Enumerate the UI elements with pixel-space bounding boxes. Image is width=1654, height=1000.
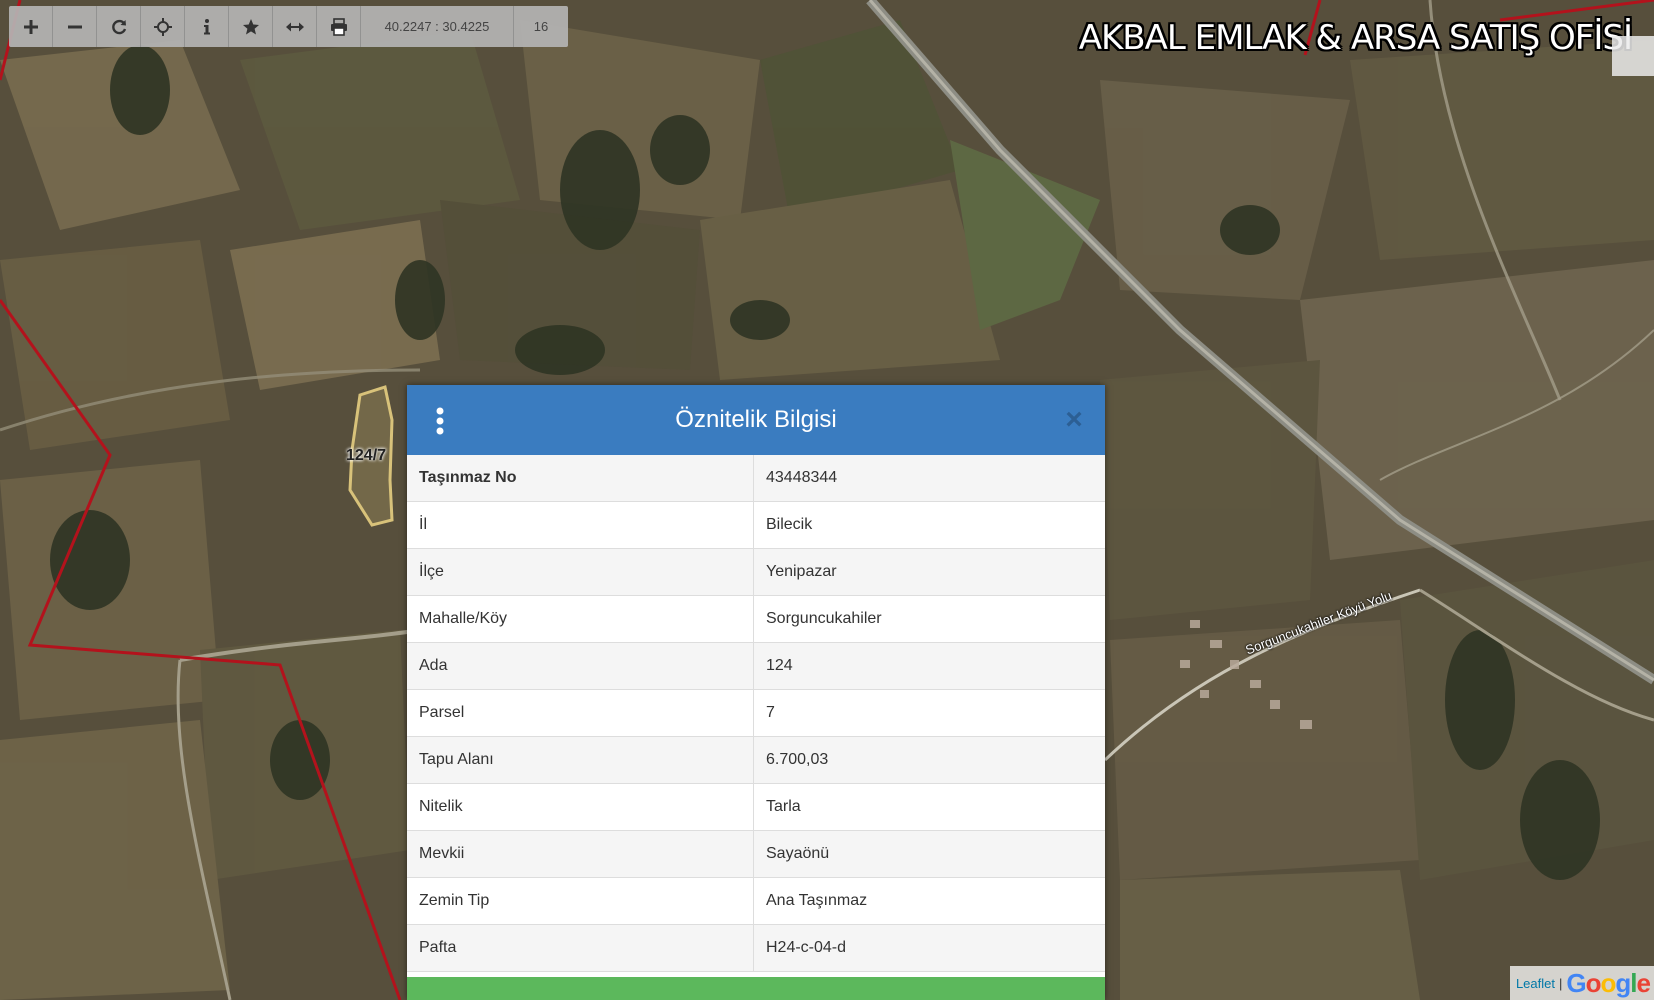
- table-row: İl Bilecik: [407, 501, 1105, 549]
- table-row: Mahalle/Köy Sorguncukahiler: [407, 595, 1105, 643]
- row-value: 124: [753, 642, 1105, 690]
- measure-button[interactable]: [273, 6, 317, 47]
- panel-footer-bar: [407, 977, 1105, 1000]
- row-value: Bilecik: [753, 501, 1105, 549]
- table-row: Pafta H24-c-04-d: [407, 924, 1105, 972]
- table-row: Nitelik Tarla: [407, 783, 1105, 831]
- row-value: Sorguncukahiler: [753, 595, 1105, 643]
- table-row: Ada 124: [407, 642, 1105, 690]
- row-key: İlçe: [407, 548, 754, 596]
- refresh-button[interactable]: [97, 6, 141, 47]
- table-row: Tapu Alanı 6.700,03: [407, 736, 1105, 784]
- printer-icon: [330, 17, 347, 36]
- table-row: Zemin Tip Ana Taşınmaz: [407, 877, 1105, 925]
- row-key: Parsel: [407, 689, 754, 737]
- zoom-out-button[interactable]: [53, 6, 97, 47]
- layer-control-tab[interactable]: [1612, 36, 1654, 76]
- row-key: Mevkii: [407, 830, 754, 878]
- row-key: Zemin Tip: [407, 877, 754, 925]
- attribute-info-panel: Öznitelik Bilgisi × Taşınmaz No 43448344 …: [407, 385, 1105, 1000]
- row-value: Yenipazar: [753, 548, 1105, 596]
- info-icon: [203, 18, 210, 34]
- row-value: 7: [753, 689, 1105, 737]
- row-key: İl: [407, 501, 754, 549]
- row-value: 43448344: [753, 455, 1105, 502]
- zoom-in-button[interactable]: [9, 6, 53, 47]
- table-row: Mevkii Sayaönü: [407, 830, 1105, 878]
- zoom-level-readout: 16: [533, 19, 549, 34]
- info-button[interactable]: [185, 6, 229, 47]
- row-value: Sayaönü: [753, 830, 1105, 878]
- row-key: Mahalle/Köy: [407, 595, 754, 643]
- minus-icon: [67, 25, 82, 28]
- row-key: Taşınmaz No: [407, 455, 754, 502]
- panel-title: Öznitelik Bilgisi: [675, 406, 837, 433]
- crosshair-icon: [153, 17, 172, 36]
- row-value: H24-c-04-d: [753, 924, 1105, 972]
- attribution-separator: |: [1559, 975, 1563, 991]
- print-button[interactable]: [317, 6, 360, 47]
- panel-header: Öznitelik Bilgisi ×: [407, 385, 1105, 455]
- plus-icon: [23, 19, 38, 34]
- table-row: İlçe Yenipazar: [407, 548, 1105, 596]
- coordinate-readout: 40.2247 : 30.4225: [360, 6, 514, 47]
- attribute-table: Taşınmaz No 43448344 İl Bilecik İlçe Yenipa…: [407, 455, 1105, 972]
- row-value: 6.700,03: [753, 736, 1105, 784]
- vertical-dots-menu-icon[interactable]: [435, 407, 445, 435]
- refresh-icon: [111, 19, 126, 34]
- close-button[interactable]: ×: [1059, 403, 1089, 436]
- locate-button[interactable]: [141, 6, 185, 47]
- map-toolbar: 40.2247 : 30.4225 16: [9, 6, 568, 47]
- row-value: Tarla: [753, 783, 1105, 831]
- favorite-button[interactable]: [229, 6, 273, 47]
- parcel-label: 124/7: [346, 447, 387, 464]
- star-icon: [242, 18, 259, 34]
- watermark-text: AKBAL EMLAK & ARSA SATIŞ OFİSİ: [1078, 18, 1633, 58]
- table-row: Taşınmaz No 43448344: [407, 455, 1105, 502]
- table-row: Parsel 7: [407, 689, 1105, 737]
- google-logo: Google: [1566, 967, 1651, 998]
- horizontal-arrows-icon: [285, 22, 304, 31]
- row-key: Nitelik: [407, 783, 754, 831]
- row-key: Ada: [407, 642, 754, 690]
- leaflet-link[interactable]: Leaflet: [1516, 976, 1555, 991]
- map-attribution: Leaflet | Google: [1509, 966, 1654, 1000]
- row-key: Tapu Alanı: [407, 736, 754, 784]
- row-value: Ana Taşınmaz: [753, 877, 1105, 925]
- row-key: Pafta: [407, 924, 754, 972]
- close-icon: ×: [1065, 403, 1083, 436]
